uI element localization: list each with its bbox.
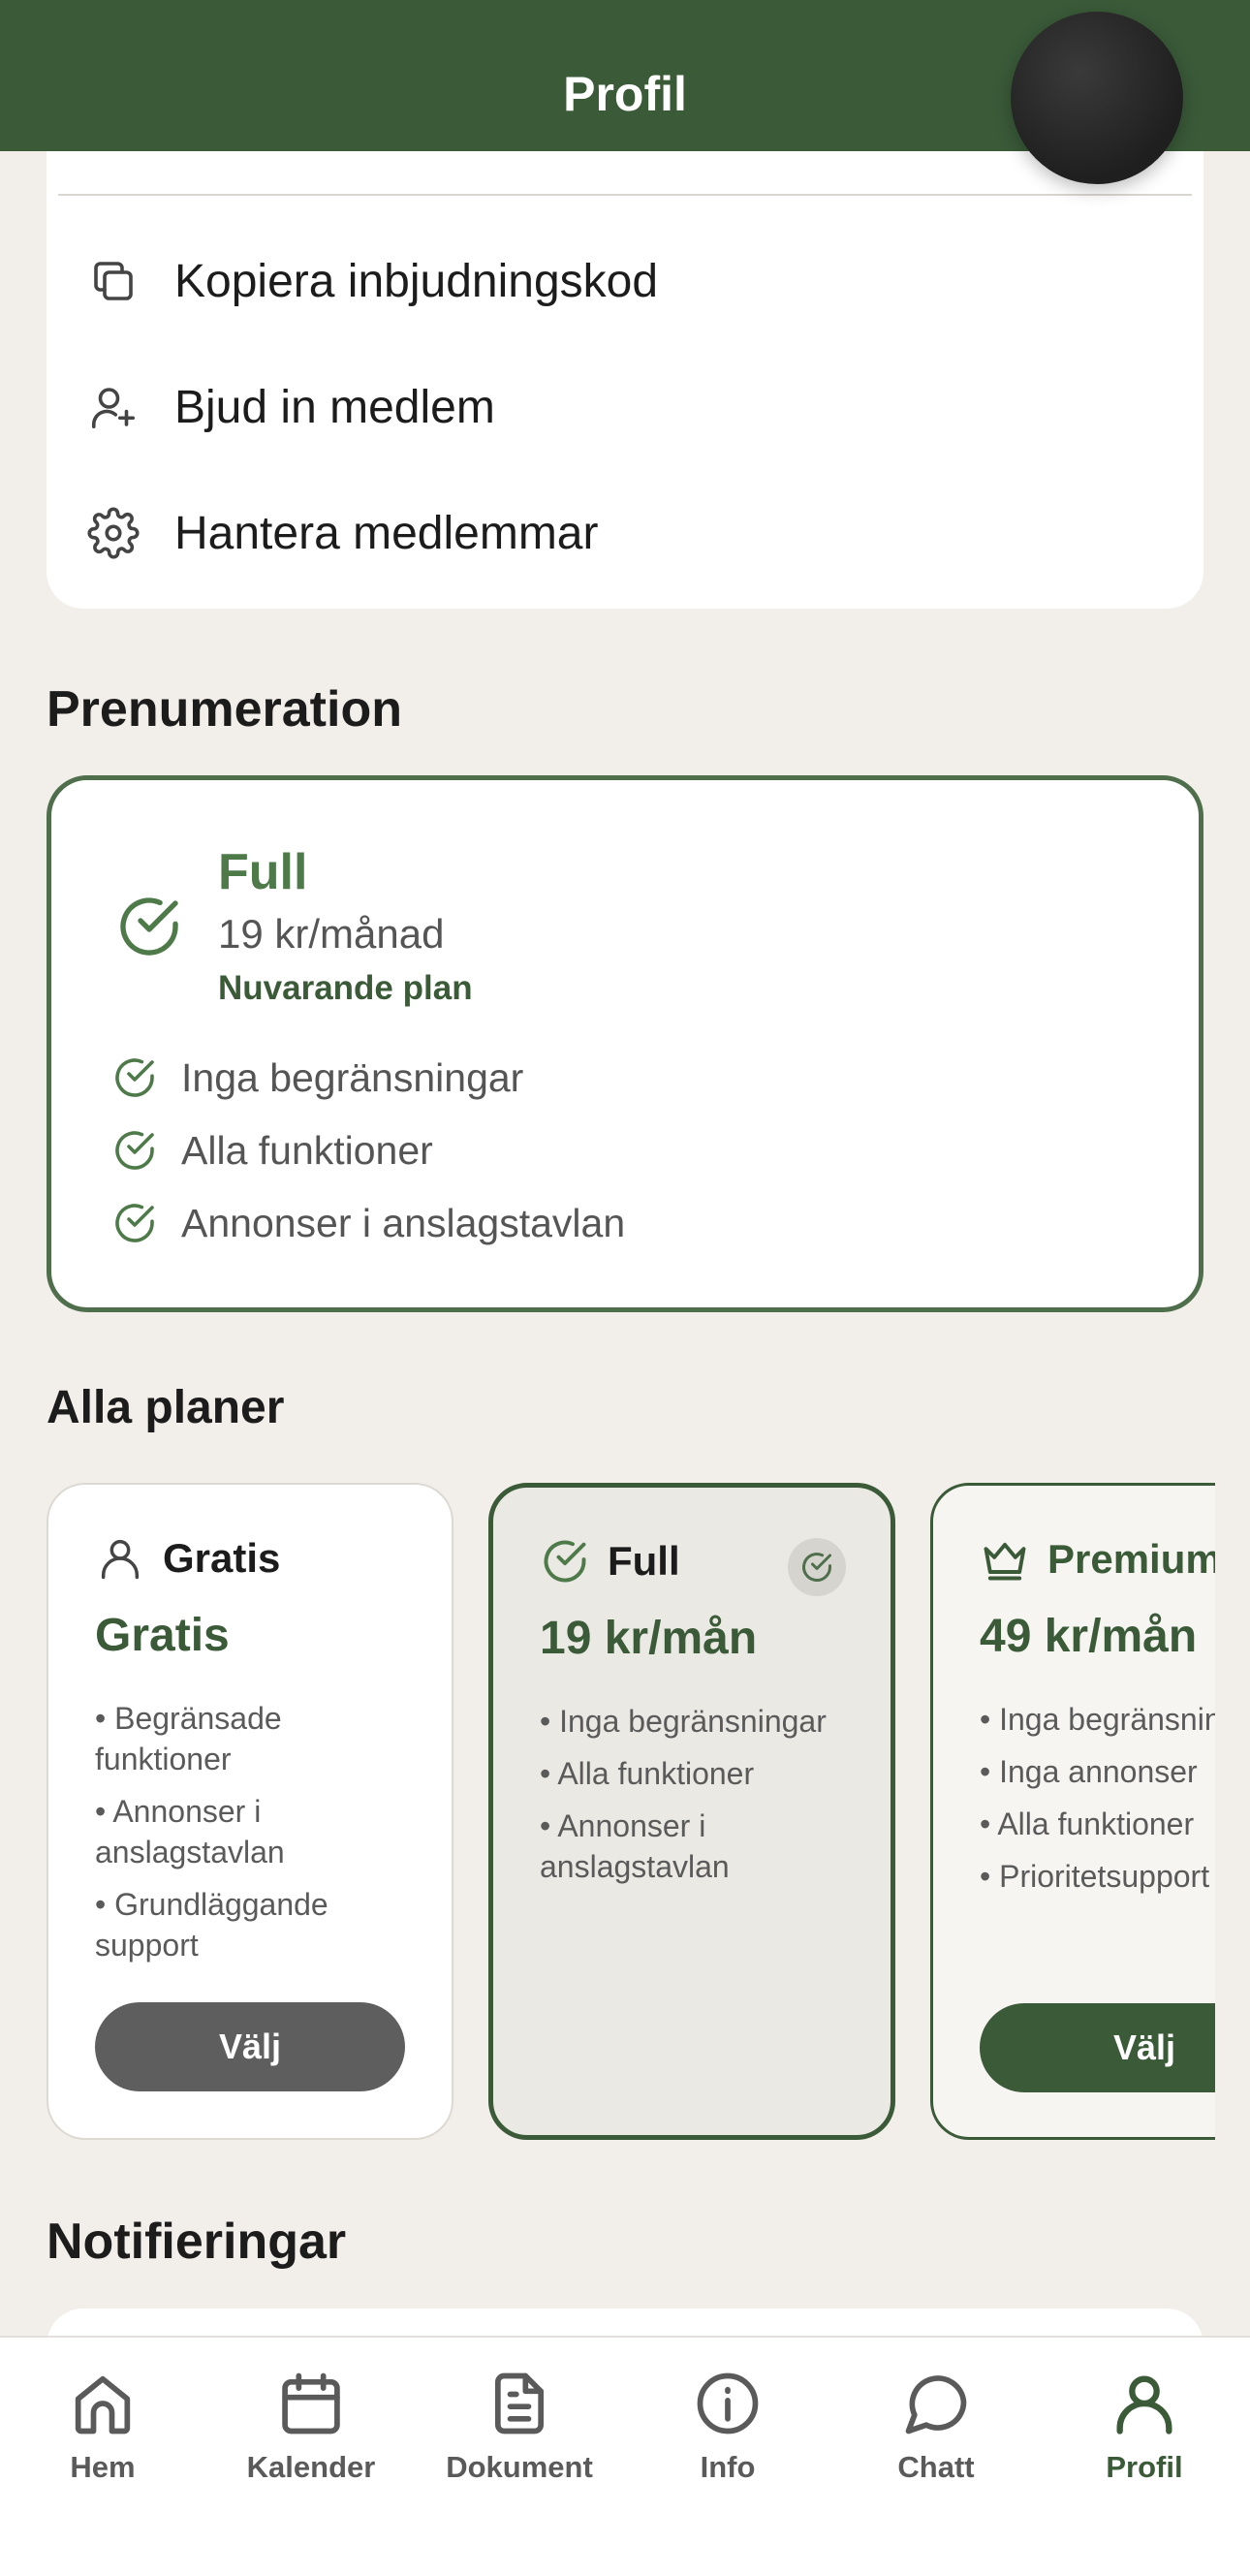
choose-premium-button[interactable]: Välj [980, 2003, 1215, 2092]
plan-feature: • Annonser i anslagstavlan [95, 1794, 285, 1869]
plan-card-full[interactable]: Full 19 kr/mån • Inga begränsningar • Al… [488, 1483, 895, 2140]
plan-header: Full [540, 1536, 680, 1586]
tab-documents[interactable]: Dokument [422, 2367, 616, 2502]
subscription-section-title: Prenumeration [47, 681, 402, 738]
menu-item-label: Kopiera inbjudningskod [174, 255, 659, 307]
plan-name: Premium [1047, 1536, 1215, 1582]
check-circle-icon [120, 897, 178, 956]
plans-section-title: Alla planer [47, 1382, 285, 1433]
plan-feature: • Annonser i anslagstavlan [540, 1808, 730, 1884]
plan-price: Gratis [95, 1610, 230, 1661]
tab-home[interactable]: Hem [6, 2367, 200, 2502]
chat-icon [905, 2375, 967, 2435]
copy-invite-code-item[interactable]: Kopiera inbjudningskod [47, 233, 1203, 330]
tab-calendar[interactable]: Kalender [214, 2367, 408, 2502]
check-circle-icon [802, 1553, 831, 1582]
plan-feature: • Begränsade funktioner [95, 1701, 282, 1776]
tab-chat[interactable]: Chatt [839, 2367, 1033, 2502]
calendar-icon [282, 2372, 340, 2435]
check-circle-icon [115, 1058, 154, 1097]
plan-card-gratis[interactable]: Gratis Gratis • Begränsade funktioner • … [47, 1483, 453, 2140]
plan-name: Full [608, 1538, 680, 1584]
plan-feature-list: • Begränsade funktioner • Annonser i ans… [95, 1698, 415, 1977]
check-circle-icon [115, 1131, 154, 1170]
plan-price: 19 kr/mån [540, 1613, 758, 1664]
plan-feature: • Alla funktioner [980, 1806, 1195, 1841]
notifications-section-title: Notifieringar [47, 2214, 347, 2270]
plan-price: 49 kr/mån [980, 1611, 1198, 1662]
plan-header: Gratis [95, 1533, 280, 1584]
gear-icon [87, 507, 140, 559]
crown-icon [984, 1542, 1026, 1581]
divider [58, 194, 1192, 196]
plan-feature: • Grundläggande support [95, 1887, 328, 1963]
feature-item: Annonser i anslagstavlan [111, 1200, 625, 1246]
plan-feature: • Inga begränsningar [540, 1704, 827, 1739]
current-plan-status: Nuvarande plan [218, 969, 473, 1007]
info-icon [697, 2372, 759, 2435]
feature-item: Inga begränsningar [111, 1054, 523, 1101]
manage-members-item[interactable]: Hantera medlemmar [47, 485, 1203, 581]
choose-gratis-button[interactable]: Välj [95, 2002, 405, 2091]
current-plan-card: Full 19 kr/månad Nuvarande plan Inga beg… [47, 775, 1203, 1312]
plan-feature: • Inga annonser [980, 1754, 1198, 1789]
current-plan-name: Full [218, 844, 308, 900]
plans-carousel[interactable]: Gratis Gratis • Begränsade funktioner • … [47, 1483, 1215, 2142]
invite-member-item[interactable]: Bjud in medlem [47, 359, 1203, 456]
tab-bar: Hem Kalender Dokument Info Chatt Profil [0, 2336, 1250, 2576]
user-plus-icon [91, 388, 136, 429]
tab-profile[interactable]: Profil [1047, 2367, 1241, 2502]
check-circle-icon [115, 1204, 154, 1242]
plan-card-premium[interactable]: Premium 49 kr/mån • Inga begränsningar •… [930, 1483, 1215, 2140]
document-icon [494, 2372, 545, 2435]
check-circle-icon [544, 1540, 586, 1583]
group-menu-card: Kopiera inbjudningskod Bjud in medlem Ha… [47, 151, 1203, 609]
menu-item-label: Bjud in medlem [174, 381, 495, 433]
plan-feature: • Alla funktioner [540, 1756, 755, 1791]
current-plan-price: 19 kr/månad [218, 911, 445, 957]
menu-item-label: Hantera medlemmar [174, 507, 599, 559]
plan-feature: • Prioritetsupport [980, 1859, 1210, 1894]
user-icon [101, 1539, 140, 1580]
selected-badge [788, 1538, 846, 1596]
home-icon [75, 2375, 131, 2435]
profile-icon [1116, 2375, 1172, 2435]
plan-feature-list: • Inga begränsningar • Inga annonser • A… [980, 1699, 1215, 1908]
plan-feature-list: • Inga begränsningar • Alla funktioner •… [540, 1701, 859, 1899]
avatar[interactable] [1011, 12, 1183, 184]
copy-icon [94, 262, 133, 300]
plan-header: Premium [980, 1534, 1215, 1585]
plan-name: Gratis [163, 1535, 281, 1581]
tab-info[interactable]: Info [631, 2367, 825, 2502]
plan-feature: • Inga begränsningar [980, 1702, 1215, 1737]
feature-item: Alla funktioner [111, 1127, 433, 1174]
